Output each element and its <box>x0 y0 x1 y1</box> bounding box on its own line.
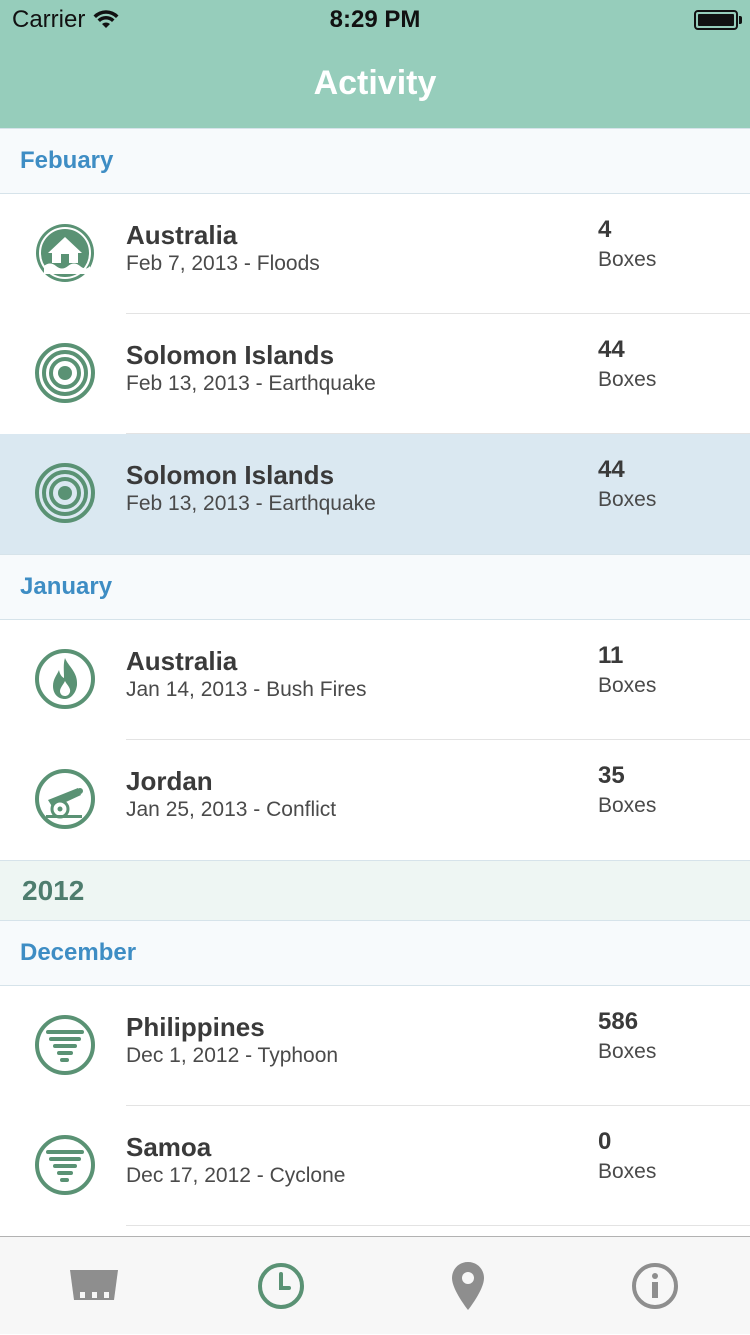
page-title: Activity <box>313 64 437 102</box>
row-detail: Dec 1, 2012 - Typhoon <box>126 1044 339 1067</box>
row-place: Australia <box>126 646 238 676</box>
status-time: 8:29 PM <box>329 6 421 33</box>
list-item[interactable]: Australia Jan 14, 2013 - Bush Fires 11 B… <box>0 620 750 740</box>
list-item[interactable]: Samoa Dec 17, 2012 - Cyclone 0 Boxes <box>0 1106 750 1226</box>
section-title: Febuary <box>20 147 114 174</box>
row-count: 44 <box>598 456 625 483</box>
row-unit: Boxes <box>598 248 657 271</box>
row-unit: Boxes <box>598 674 657 697</box>
tab-info[interactable] <box>561 1237 748 1335</box>
fire-icon <box>34 648 96 710</box>
row-count: 586 <box>598 1008 639 1035</box>
row-place: Solomon Islands <box>126 340 335 370</box>
year-title: 2012 <box>22 874 85 906</box>
section-header-february: Febuary <box>0 128 750 194</box>
list-item[interactable]: Australia Feb 7, 2013 - Floods 4 Boxes <box>0 194 750 314</box>
row-count: 11 <box>598 642 624 669</box>
box-icon <box>69 1270 118 1300</box>
flood-house-icon <box>34 222 96 284</box>
section-header-january: January <box>0 554 750 620</box>
earthquake-rings-icon <box>34 462 96 524</box>
row-count: 44 <box>598 336 625 363</box>
navigation-bar: Carrier 8:29 PM Activity <box>0 0 750 128</box>
section-title: January <box>20 573 113 600</box>
row-detail: Feb 13, 2013 - Earthquake <box>126 372 376 395</box>
row-detail: Dec 17, 2012 - Cyclone <box>126 1164 346 1187</box>
year-header-2012: 2012 <box>0 860 750 920</box>
info-icon <box>631 1263 678 1309</box>
row-count: 35 <box>598 762 625 789</box>
section-header-december: December <box>0 920 750 986</box>
row-place: Jordan <box>126 766 213 796</box>
clock-icon <box>257 1263 304 1309</box>
row-unit: Boxes <box>598 1160 657 1183</box>
tab-activity[interactable] <box>187 1237 374 1335</box>
list-item[interactable]: Solomon Islands Feb 13, 2013 - Earthquak… <box>0 314 750 434</box>
map-pin-icon <box>451 1262 484 1310</box>
row-unit: Boxes <box>598 794 657 817</box>
battery-icon <box>694 10 742 30</box>
list-item[interactable]: Philippines Dec 1, 2012 - Typhoon 586 Bo… <box>0 986 750 1106</box>
tab-map[interactable] <box>374 1237 561 1335</box>
tab-boxes[interactable] <box>0 1237 187 1335</box>
row-place: Australia <box>126 220 238 250</box>
tornado-icon <box>34 1134 96 1196</box>
cannon-icon <box>34 768 96 830</box>
row-unit: Boxes <box>598 488 657 511</box>
row-detail: Feb 13, 2013 - Earthquake <box>126 492 376 515</box>
earthquake-rings-icon <box>34 342 96 404</box>
tornado-icon <box>34 1014 96 1076</box>
section-title: December <box>20 939 137 966</box>
row-count: 4 <box>598 216 612 243</box>
row-place: Philippines <box>126 1012 265 1042</box>
row-detail: Feb 7, 2013 - Floods <box>126 252 320 275</box>
row-place: Solomon Islands <box>126 460 335 490</box>
row-unit: Boxes <box>598 368 657 391</box>
list-item-selected[interactable]: Solomon Islands Feb 13, 2013 - Earthquak… <box>0 434 750 554</box>
list-item[interactable]: Jordan Jan 25, 2013 - Conflict 35 Boxes <box>0 740 750 860</box>
row-place: Samoa <box>126 1132 212 1162</box>
row-divider <box>126 1225 750 1226</box>
row-count: 0 <box>598 1128 612 1155</box>
row-detail: Jan 25, 2013 - Conflict <box>126 798 337 821</box>
row-unit: Boxes <box>598 1040 657 1063</box>
row-detail: Jan 14, 2013 - Bush Fires <box>126 678 367 701</box>
activity-list: Febuary Australia Feb 7, 2013 - Floods 4… <box>0 128 750 1226</box>
tab-bar <box>0 1236 750 1334</box>
